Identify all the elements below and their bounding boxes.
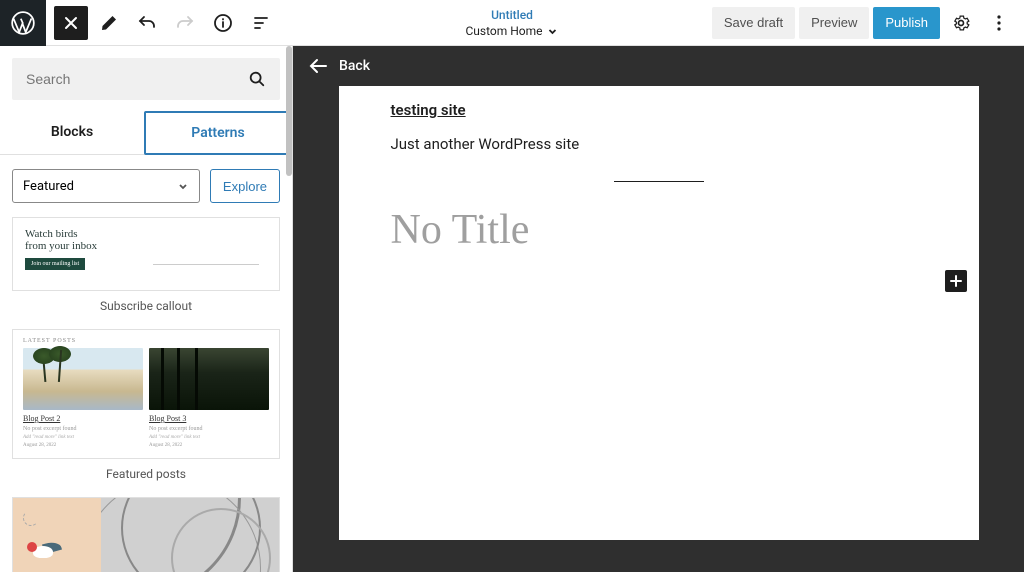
pattern-label: Featured posts: [12, 467, 280, 481]
template-selector[interactable]: Custom Home: [465, 24, 558, 38]
scrollbar-thumb[interactable]: [286, 46, 292, 176]
options-menu-button[interactable]: [982, 6, 1016, 40]
chevron-down-icon: [547, 25, 559, 37]
pattern-preview: [12, 497, 280, 572]
redo-button: [168, 6, 202, 40]
bird-illustration: [21, 536, 63, 566]
featured-post: Blog Post 3 No post excerpt found Add "r…: [149, 348, 269, 448]
patterns-list: Watch birds from your inbox Join our mai…: [0, 217, 292, 572]
document-info-button[interactable]: [206, 6, 240, 40]
pattern-item[interactable]: [12, 497, 280, 572]
publish-button[interactable]: Publish: [873, 7, 940, 39]
list-view-button[interactable]: [244, 6, 278, 40]
site-tagline[interactable]: Just another WordPress site: [391, 135, 927, 153]
pattern-preview: LATEST POSTS Blog Post 2 No post excerpt…: [12, 329, 280, 459]
header-actions: Save draft Preview Publish: [712, 6, 1024, 40]
canvas-header: Back: [293, 46, 1024, 86]
pattern-item[interactable]: LATEST POSTS Blog Post 2 No post excerpt…: [12, 329, 280, 481]
search-input[interactable]: [26, 71, 248, 87]
tab-patterns[interactable]: Patterns: [144, 111, 292, 155]
top-toolbar: Untitled Custom Home Save draft Preview …: [0, 0, 1024, 46]
pattern-category-select[interactable]: Featured: [12, 169, 200, 203]
chevron-down-icon: [177, 180, 189, 192]
post-thumbnail: [149, 348, 269, 410]
search-icon: [248, 70, 266, 88]
wordpress-logo[interactable]: [0, 0, 46, 46]
tab-blocks[interactable]: Blocks: [0, 112, 144, 154]
inserter-tabs: Blocks Patterns: [0, 112, 292, 155]
page-canvas[interactable]: testing site Just another WordPress site…: [339, 86, 979, 540]
pattern-label: Subscribe callout: [12, 299, 280, 313]
pattern-item[interactable]: Watch birds from your inbox Join our mai…: [12, 217, 280, 313]
explore-button[interactable]: Explore: [210, 169, 280, 203]
save-draft-button[interactable]: Save draft: [712, 7, 795, 39]
edit-tool-button[interactable]: [92, 6, 126, 40]
editor-canvas-area: Back testing site Just another WordPress…: [293, 46, 1024, 572]
close-inserter-button[interactable]: [54, 6, 88, 40]
pattern-preview: Watch birds from your inbox Join our mai…: [12, 217, 280, 291]
site-title[interactable]: testing site: [391, 101, 466, 119]
separator: [614, 181, 704, 182]
back-button[interactable]: [307, 55, 329, 77]
document-title[interactable]: Untitled: [465, 8, 558, 22]
settings-button[interactable]: [944, 6, 978, 40]
block-inserter-panel: Blocks Patterns Featured Explore Watch b…: [0, 46, 293, 572]
featured-post: Blog Post 2 No post excerpt found Add "r…: [23, 348, 143, 448]
document-header: Untitled Custom Home: [465, 8, 558, 38]
preview-button[interactable]: Preview: [799, 7, 869, 39]
post-title[interactable]: No Title: [391, 206, 927, 254]
back-label: Back: [339, 58, 370, 74]
add-block-button[interactable]: [945, 270, 967, 292]
search-box[interactable]: [12, 58, 280, 100]
post-thumbnail: [23, 348, 143, 410]
undo-button[interactable]: [130, 6, 164, 40]
